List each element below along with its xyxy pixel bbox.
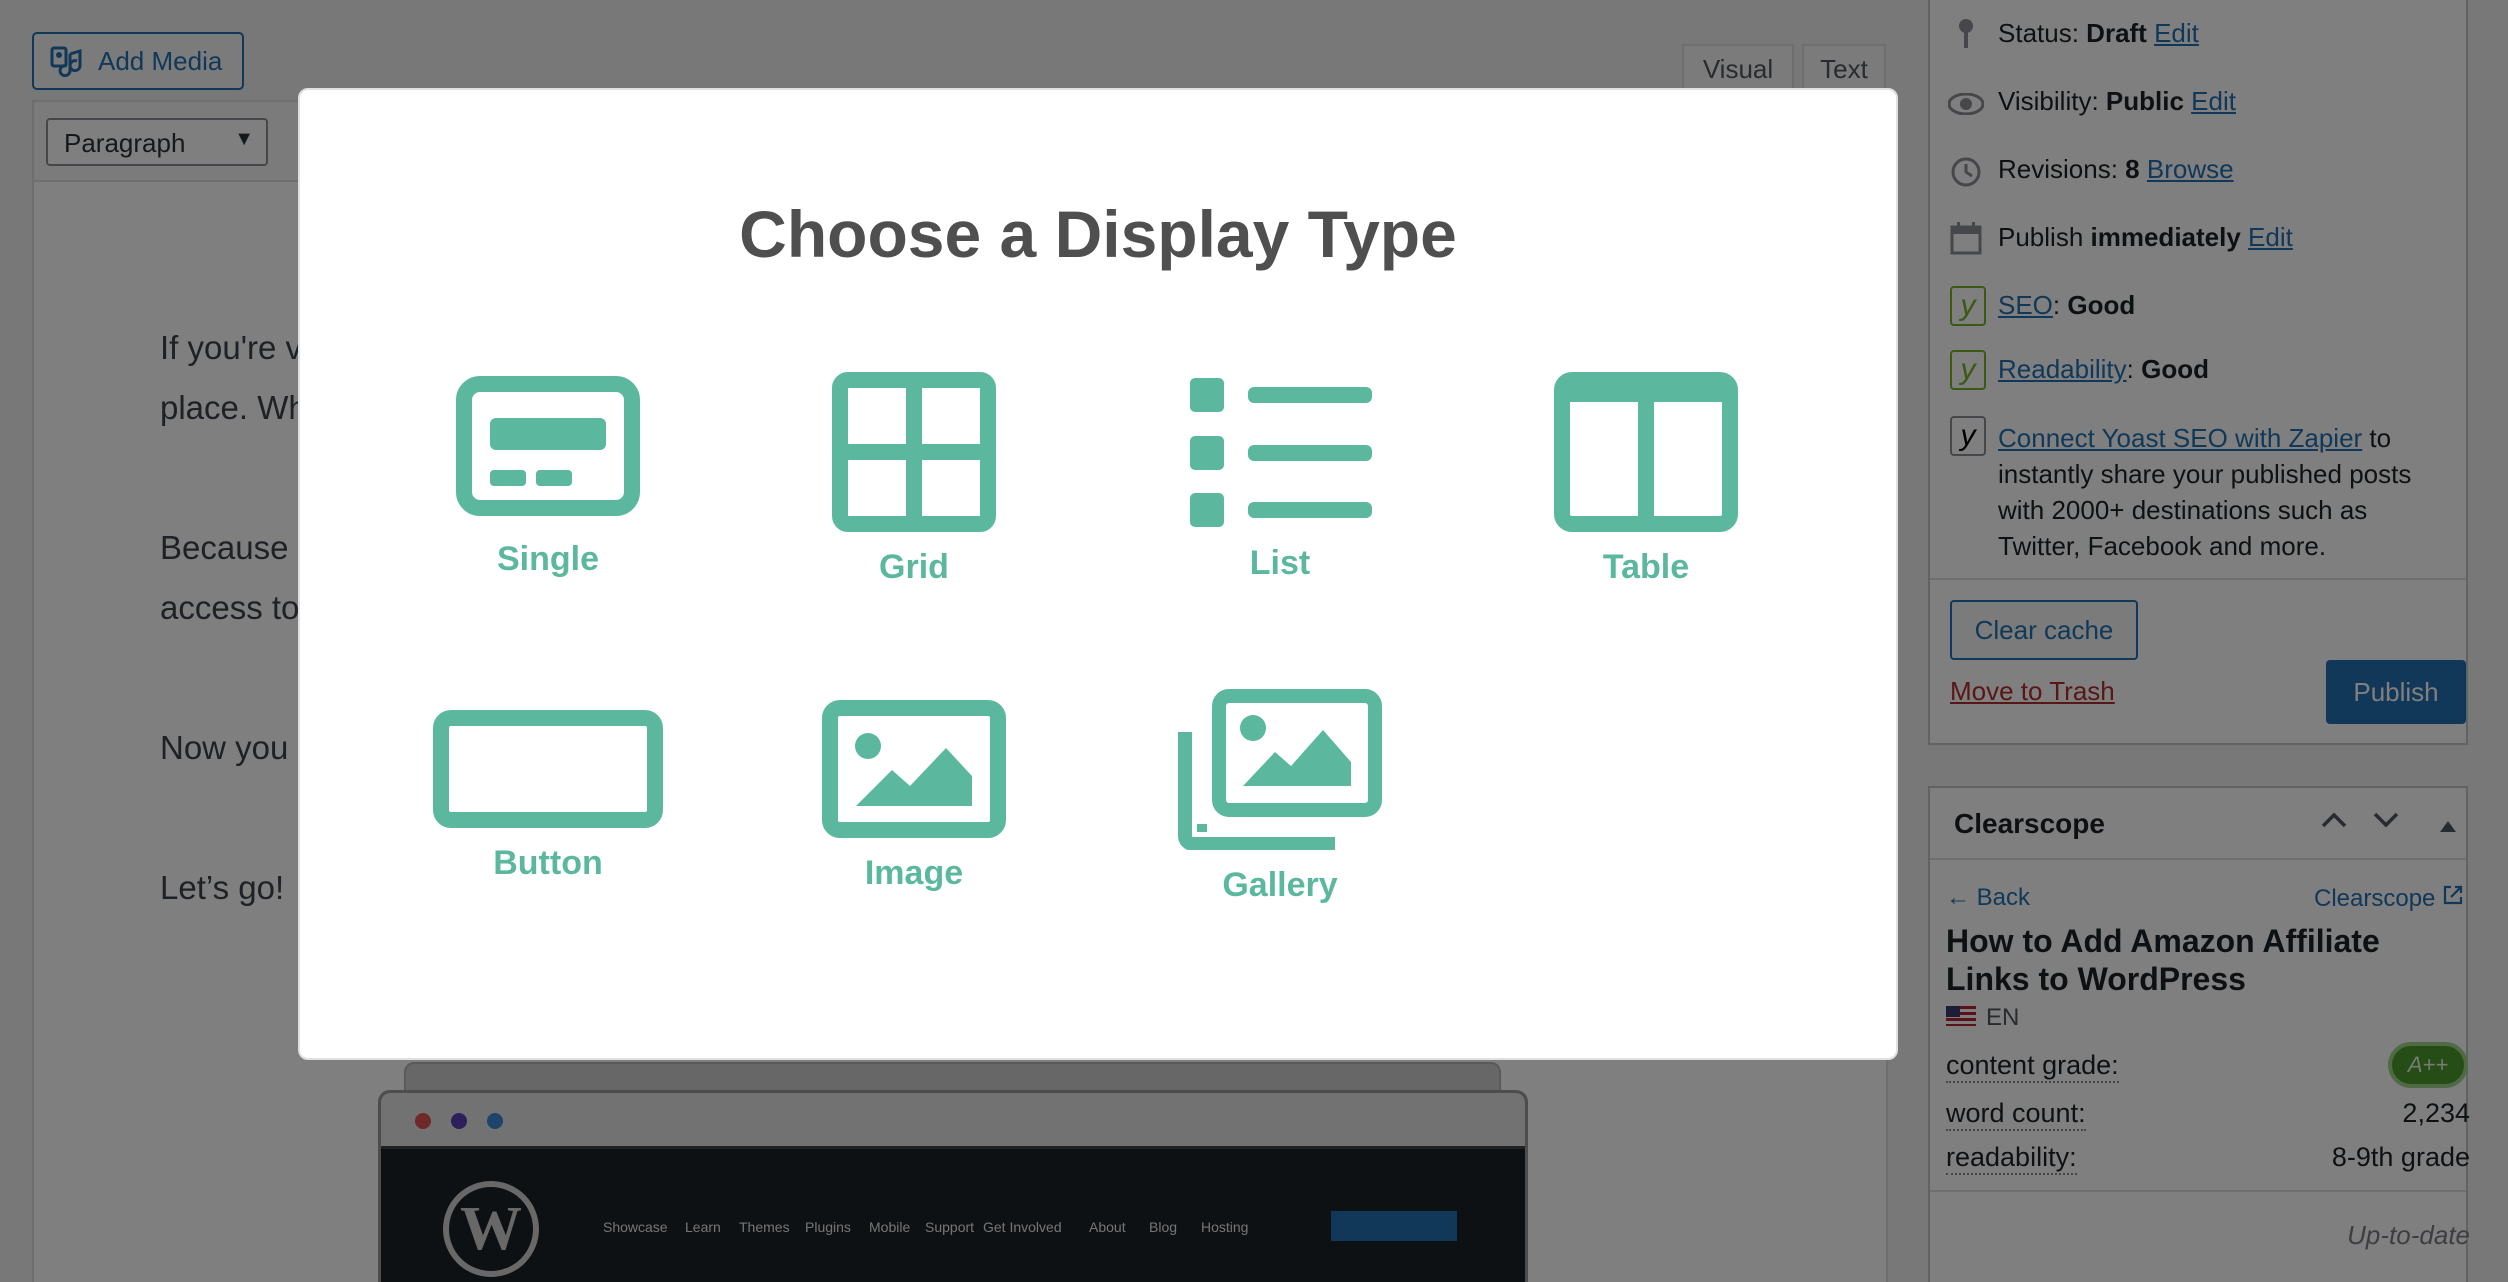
gallery-label: Gallery xyxy=(1222,866,1338,904)
button-icon xyxy=(433,710,663,828)
grid-icon xyxy=(832,372,996,532)
single-icon xyxy=(456,376,640,516)
display-option-gallery[interactable]: Gallery xyxy=(1120,688,1440,905)
table-icon xyxy=(1554,372,1738,532)
button-label: Button xyxy=(493,844,603,882)
display-option-image[interactable]: Image xyxy=(754,700,1074,893)
image-label: Image xyxy=(864,854,964,892)
display-option-table[interactable]: Table xyxy=(1486,372,1806,587)
display-option-button[interactable]: Button xyxy=(388,710,708,883)
display-option-list[interactable]: List xyxy=(1120,378,1440,583)
image-icon xyxy=(822,700,1006,838)
modal-title: Choose a Display Type xyxy=(739,197,1457,271)
display-option-grid[interactable]: Grid xyxy=(754,372,1074,587)
grid-label: Grid xyxy=(879,548,949,586)
list-icon xyxy=(1190,378,1372,527)
list-label: List xyxy=(1249,544,1311,582)
display-option-single[interactable]: Single xyxy=(388,374,708,579)
gallery-icon xyxy=(1178,689,1382,850)
single-label: Single xyxy=(496,540,600,578)
table-label: Table xyxy=(1602,548,1690,586)
